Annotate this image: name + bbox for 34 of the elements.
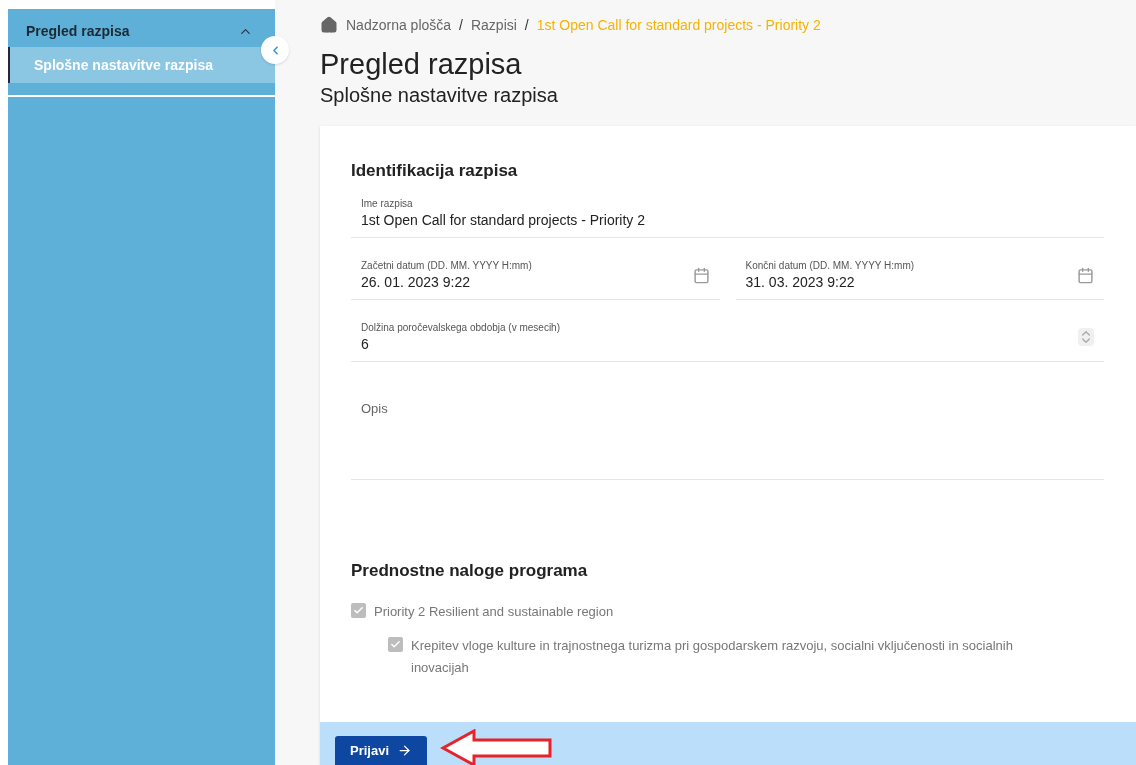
arrow-right-icon: [397, 743, 413, 758]
checkbox-label: Priority 2 Resilient and sustainable region: [374, 603, 614, 621]
field-value: 6: [361, 335, 370, 353]
breadcrumb-link[interactable]: Nadzorna plošča: [346, 14, 452, 36]
section-heading: Identifikacija razpisa: [351, 160, 519, 182]
stepper-icon[interactable]: [1078, 328, 1094, 346]
breadcrumb-separator: /: [459, 15, 463, 35]
description-field[interactable]: Opis: [351, 373, 1104, 480]
input-field[interactable]: Končni datum (DD. MM. YYYY H:mm) 31. 03. 2023 9:22: [735, 249, 1104, 300]
field-label: Začetni datum (DD. MM. YYYY H:mm): [361, 259, 533, 273]
field-value: 26. 01. 2023 9:22: [361, 273, 471, 291]
page-title: Pregled razpisa: [320, 47, 523, 82]
checkbox-label: Krepitev vloge kulture in trajnostnega turizma pri gospodarskem razvoju, socialni vključenosti in socialnih inovacijah: [411, 637, 1014, 677]
breadcrumb-separator: /: [524, 15, 529, 35]
field-label: Dolžina poročevalskega obdobja (v mesecih): [361, 321, 561, 335]
home-icon[interactable]: [320, 16, 338, 34]
calendar-icon[interactable]: [692, 266, 710, 284]
sidebar-section-title[interactable]: Pregled razpisa: [26, 20, 130, 42]
field-value: 31. 03. 2023 9:22: [745, 273, 856, 291]
field-label: Ime razpisa: [361, 197, 414, 211]
calendar-icon[interactable]: [1077, 266, 1094, 284]
input-field[interactable]: Dolžina poročevalskega obdobja (v mesecih) 6: [351, 311, 1104, 362]
field-label: Končni datum (DD. MM. YYYY H:mm): [745, 259, 916, 273]
input-field[interactable]: Začetni datum (DD. MM. YYYY H:mm) 26. 01. 2023 9:22: [351, 249, 720, 300]
check-icon: [353, 605, 364, 616]
breadcrumb-link[interactable]: Razpisi: [470, 14, 517, 36]
submit-button[interactable]: Prijavi: [335, 736, 428, 765]
input-field[interactable]: Ime razpisa 1st Open Call for standard projects - Priority 2: [351, 187, 1104, 238]
field-value: 1st Open Call for standard projects - Priority 2: [361, 211, 646, 229]
collapse-sidebar-button[interactable]: [261, 36, 289, 64]
field-placeholder: Opis: [361, 400, 388, 416]
section-heading: Prednostne naloge programa: [351, 559, 589, 582]
page-subtitle: Splošne nastavitve razpisa: [320, 83, 559, 108]
check-icon: [390, 639, 401, 650]
